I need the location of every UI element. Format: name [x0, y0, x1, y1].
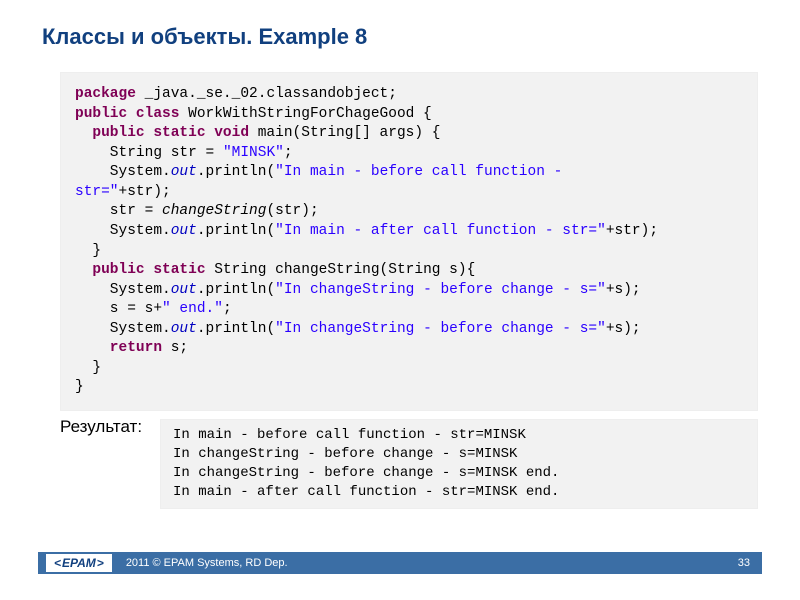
field-out: out	[171, 321, 197, 337]
method-call: changeString	[162, 203, 266, 219]
code-text: s;	[162, 340, 188, 356]
field-out: out	[171, 164, 197, 180]
code-text: ;	[223, 301, 232, 317]
footer-bar: EPAM 2011 © EPAM Systems, RD Dep. 33	[38, 552, 762, 574]
code-text: WorkWithStringForChageGood {	[179, 106, 431, 122]
code-text: String str =	[75, 145, 223, 161]
code-text: ;	[284, 145, 293, 161]
code-text: +str);	[119, 184, 171, 200]
code-text: }	[75, 379, 84, 395]
kw-public-static-void: public static void	[75, 125, 249, 141]
output-block: In main - before call function - str=MIN…	[160, 419, 758, 509]
field-out: out	[171, 282, 197, 298]
slide-title: Классы и объекты. Example 8	[0, 0, 800, 50]
kw-public-static: public static	[75, 262, 206, 278]
code-text: .println(	[197, 282, 275, 298]
string-literal: " end."	[162, 301, 223, 317]
string-literal: "In changeString - before change - s="	[275, 321, 606, 337]
code-text: +str);	[606, 223, 658, 239]
code-text: System.	[75, 282, 171, 298]
code-text: +s);	[606, 321, 641, 337]
page-number: 33	[738, 557, 750, 569]
epam-logo: EPAM	[46, 554, 112, 572]
kw-return: return	[75, 340, 162, 356]
code-text: .println(	[197, 223, 275, 239]
kw-public-class: public class	[75, 106, 179, 122]
code-text: s = s+	[75, 301, 162, 317]
slide: Классы и объекты. Example 8 package _jav…	[0, 0, 800, 600]
kw-package: package	[75, 86, 136, 102]
code-text: System.	[75, 223, 171, 239]
code-text: _java._se._02.classandobject;	[136, 86, 397, 102]
code-text: .println(	[197, 321, 275, 337]
string-literal: "MINSK"	[223, 145, 284, 161]
code-block: package _java._se._02.classandobject; pu…	[60, 72, 758, 411]
code-text: main(String[] args) {	[249, 125, 440, 141]
code-text: System.	[75, 164, 171, 180]
copyright-text: 2011 © EPAM Systems, RD Dep.	[126, 557, 288, 569]
code-text: (str);	[266, 203, 318, 219]
code-text: str =	[75, 203, 162, 219]
code-text: String changeString(String s){	[206, 262, 476, 278]
code-text: .println(	[197, 164, 275, 180]
code-text: +s);	[606, 282, 641, 298]
string-literal: "In changeString - before change - s="	[275, 282, 606, 298]
string-literal: "In main - after call function - str="	[275, 223, 606, 239]
code-text: }	[75, 360, 101, 376]
code-text: System.	[75, 321, 171, 337]
field-out: out	[171, 223, 197, 239]
code-text: }	[75, 243, 101, 259]
